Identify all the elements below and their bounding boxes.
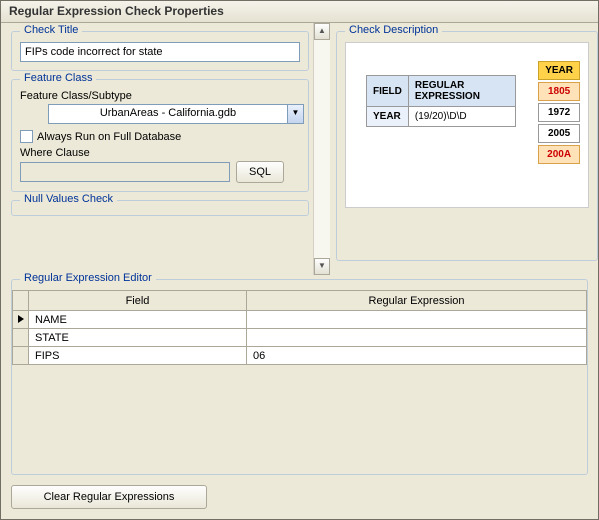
table-row[interactable]: NAME <box>13 311 587 329</box>
grid-header-regex[interactable]: Regular Expression <box>247 291 587 311</box>
regex-editor-group: Regular Expression Editor Field Regular … <box>11 279 588 475</box>
sql-button[interactable]: SQL <box>236 161 284 183</box>
check-description-group: Check Description FIELD REGULAR EXPRESSI… <box>336 31 598 261</box>
year-header: YEAR <box>538 61 580 80</box>
table-row[interactable]: FIPS 06 <box>13 347 587 365</box>
grid-cell-regex[interactable] <box>247 329 587 347</box>
feature-class-combo[interactable]: UrbanAreas - California.gdb ▼ <box>48 104 304 124</box>
year-cell-2: 2005 <box>538 124 580 143</box>
table-row[interactable]: STATE <box>13 329 587 347</box>
grid-cell-regex[interactable]: 06 <box>247 347 587 365</box>
grid-cell-regex[interactable] <box>247 311 587 329</box>
scroll-track[interactable] <box>314 40 330 258</box>
year-cell-1: 1972 <box>538 103 580 122</box>
example-row-field: YEAR <box>367 107 409 127</box>
regex-grid[interactable]: Field Regular Expression NAME STATE FIPS <box>12 290 587 365</box>
left-panel: Check Title Feature Class Feature Class/… <box>1 23 313 275</box>
feature-class-combo-value[interactable]: UrbanAreas - California.gdb <box>48 104 287 124</box>
row-selector[interactable] <box>13 311 29 329</box>
null-values-group: Null Values Check <box>11 200 309 216</box>
row-selector[interactable] <box>13 347 29 365</box>
regex-editor-legend: Regular Expression Editor <box>20 272 156 284</box>
dialog-body: Check Title Feature Class Feature Class/… <box>1 23 598 519</box>
right-panel: Check Description FIELD REGULAR EXPRESSI… <box>330 23 598 275</box>
always-run-checkbox[interactable] <box>20 130 33 143</box>
feature-class-legend: Feature Class <box>20 72 96 84</box>
row-pointer-icon <box>18 315 24 323</box>
chevron-down-icon[interactable]: ▼ <box>287 104 304 124</box>
where-clause-label: Where Clause <box>20 147 300 159</box>
grid-cell-field[interactable]: STATE <box>29 329 247 347</box>
description-example-table: FIELD REGULAR EXPRESSION YEAR (19/20)\D\… <box>366 75 516 127</box>
example-header-regex: REGULAR EXPRESSION <box>408 76 515 107</box>
scroll-down-icon[interactable]: ▼ <box>314 258 330 275</box>
check-title-legend: Check Title <box>20 24 82 36</box>
upper-area: Check Title Feature Class Feature Class/… <box>1 23 598 275</box>
dialog-window: Regular Expression Check Properties Chec… <box>0 0 599 520</box>
grid-cell-field[interactable]: NAME <box>29 311 247 329</box>
feature-class-group: Feature Class Feature Class/Subtype Urba… <box>11 79 309 192</box>
year-cell-0: 1805 <box>538 82 580 101</box>
always-run-checkbox-row[interactable]: Always Run on Full Database <box>20 130 300 143</box>
check-description-legend: Check Description <box>345 24 442 36</box>
description-preview: FIELD REGULAR EXPRESSION YEAR (19/20)\D\… <box>345 42 589 208</box>
always-run-label: Always Run on Full Database <box>37 131 181 143</box>
grid-cell-field[interactable]: FIPS <box>29 347 247 365</box>
left-scrollbar[interactable]: ▲ ▼ <box>313 23 330 275</box>
year-cell-3: 200A <box>538 145 580 164</box>
check-title-group: Check Title <box>11 31 309 71</box>
grid-corner <box>13 291 29 311</box>
check-title-input[interactable] <box>20 42 300 62</box>
null-values-legend: Null Values Check <box>20 193 117 205</box>
grid-header-field[interactable]: Field <box>29 291 247 311</box>
scroll-up-icon[interactable]: ▲ <box>314 23 330 40</box>
example-row-regex: (19/20)\D\D <box>408 107 515 127</box>
row-selector[interactable] <box>13 329 29 347</box>
bottom-bar: Clear Regular Expressions <box>1 475 598 519</box>
example-header-field: FIELD <box>367 76 409 107</box>
feature-class-subtype-label: Feature Class/Subtype <box>20 90 300 102</box>
dialog-title: Regular Expression Check Properties <box>1 1 598 23</box>
where-clause-input <box>20 162 230 182</box>
clear-regex-button[interactable]: Clear Regular Expressions <box>11 485 207 509</box>
year-column: YEAR 1805 1972 2005 200A <box>538 61 580 164</box>
